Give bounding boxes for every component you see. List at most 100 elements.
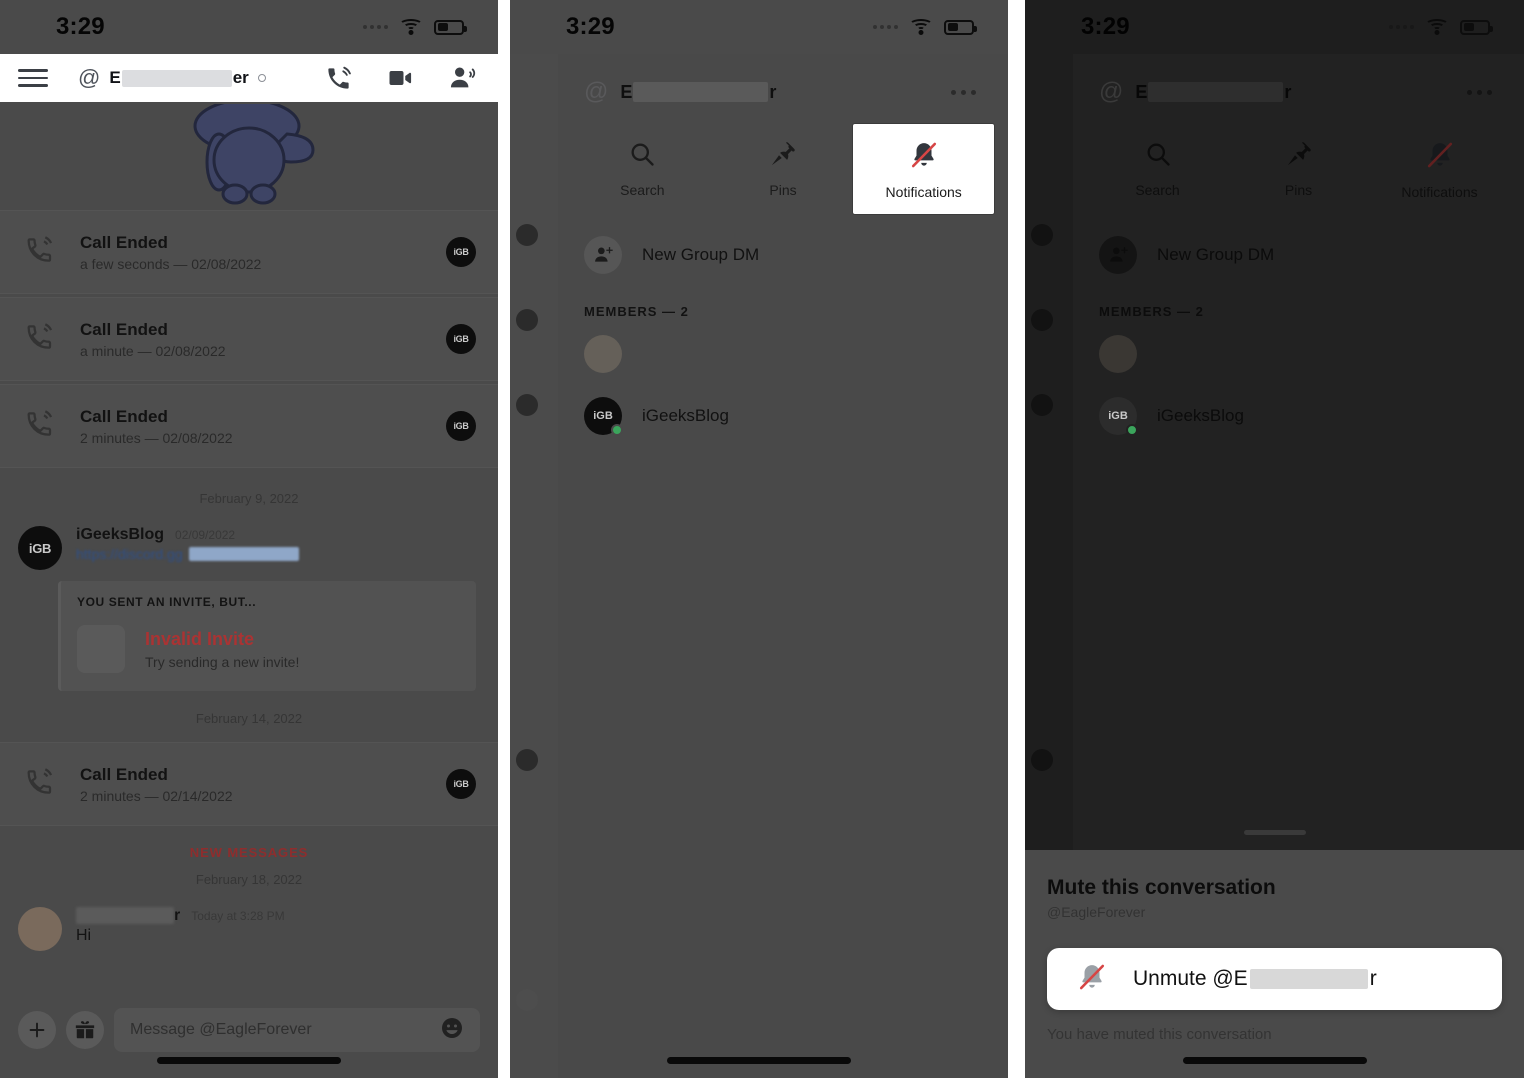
status-bar: 3:29	[510, 0, 1008, 54]
message-timestamp: 02/09/2022	[175, 528, 236, 542]
gift-icon[interactable]	[66, 1011, 104, 1049]
message-body: iGeeksBlog 02/09/2022 https://discord.gg	[76, 526, 476, 570]
unmute-button[interactable]: Unmute @E r	[1047, 948, 1502, 1010]
call-ended-row[interactable]: Call Ended 2 minutes — 02/14/2022 iGB	[0, 742, 498, 826]
message-timestamp: Today at 3:28 PM	[191, 909, 285, 923]
redacted-name-block	[121, 69, 232, 87]
bell-muted-icon	[1425, 140, 1455, 175]
avatar: iGB	[446, 411, 476, 441]
member-row[interactable]	[558, 323, 1008, 385]
call-row-text: Call Ended 2 minutes — 02/14/2022	[80, 764, 233, 804]
status-bar-time: 3:29	[56, 13, 105, 40]
status-bar-indicators	[363, 18, 467, 36]
at-symbol-icon: @	[78, 65, 101, 90]
battery-icon	[434, 19, 467, 35]
message-author: iGeeksBlog	[76, 526, 165, 543]
call-ended-row[interactable]: Call Ended a minute — 02/08/2022 iGB	[0, 297, 498, 381]
avatar: iGB	[584, 397, 623, 436]
avatar-initials: iGB	[1108, 410, 1128, 422]
new-group-dm-label: New Group DM	[642, 245, 760, 264]
add-members-icon[interactable]	[448, 64, 476, 92]
details-header: @ E r	[1073, 54, 1524, 104]
call-row-title: Call Ended	[80, 406, 168, 426]
missed-call-icon	[24, 321, 58, 358]
tab-search: Search	[1087, 124, 1228, 214]
invite-card-meta: Invalid Invite Try sending a new invite!	[145, 629, 299, 670]
call-row-meta: 2 minutes — 02/14/2022	[80, 788, 233, 805]
avatar	[1099, 335, 1137, 373]
video-call-icon[interactable]	[386, 64, 414, 92]
mute-sheet-title: Mute this conversation	[1047, 876, 1276, 899]
date-divider: February 14, 2022	[195, 711, 303, 726]
message-header: iGeeksBlog 02/09/2022	[76, 526, 476, 544]
mute-status-text: You have muted this conversation	[1047, 1026, 1272, 1043]
more-options-icon[interactable]	[951, 89, 976, 95]
online-status-dot	[611, 424, 623, 436]
call-row-text: Call Ended a few seconds — 02/08/2022	[80, 232, 261, 272]
voice-call-icon[interactable]	[325, 65, 352, 92]
invite-embed-card: YOU SENT AN INVITE, BUT... Invalid Invit…	[58, 581, 476, 691]
chat-header-actions	[325, 64, 476, 92]
call-ended-row[interactable]: Call Ended a few seconds — 02/08/2022 iG…	[0, 210, 498, 294]
mute-sheet-subtitle: @EagleForever	[1047, 904, 1146, 920]
member-row[interactable]: iGB iGeeksBlog	[558, 385, 1008, 447]
panel-chat-view: 3:29 @ E er Call Ended a few seconds — 0…	[0, 0, 498, 1078]
call-row-meta: a minute — 02/08/2022	[80, 343, 226, 360]
panel-conversation-details: 3:29 @ E r Search Pins Notifications New…	[510, 0, 1008, 1078]
message-body: r Today at 3:28 PM Hi	[76, 907, 476, 951]
bell-muted-icon	[909, 140, 939, 175]
signal-dots-icon	[363, 25, 388, 29]
member-row	[1073, 323, 1524, 385]
new-group-dm-row[interactable]: New Group DM	[558, 224, 1008, 286]
chat-scroll-area[interactable]: Call Ended a few seconds — 02/08/2022 iG…	[0, 102, 498, 1078]
wifi-icon	[1425, 18, 1449, 36]
missed-call-icon	[24, 234, 58, 271]
invite-link[interactable]: https://discord.gg	[76, 546, 476, 562]
tab-search-label: Search	[1135, 182, 1180, 198]
member-name: iGeeksBlog	[1157, 406, 1244, 425]
date-divider: February 9, 2022	[199, 491, 299, 506]
chat-peek-strip[interactable]	[510, 54, 562, 1078]
call-row-text: Call Ended 2 minutes — 02/08/2022	[80, 406, 233, 446]
status-bar-indicators	[873, 18, 977, 36]
details-tabs: Search Pins Notifications	[558, 124, 1008, 214]
hamburger-menu-icon[interactable]	[18, 69, 48, 87]
at-symbol-icon: @	[584, 78, 609, 105]
at-symbol-icon: @	[1099, 78, 1124, 105]
avatar	[584, 335, 622, 373]
more-options-icon	[1467, 89, 1492, 95]
details-name-prefix: E	[620, 81, 633, 102]
call-row-meta: 2 minutes — 02/08/2022	[80, 430, 233, 447]
call-ended-row[interactable]: Call Ended 2 minutes — 02/08/2022 iGB	[0, 384, 498, 468]
add-person-icon	[584, 236, 622, 274]
details-tabs: Search Pins Notifications	[1073, 124, 1524, 214]
emoji-icon[interactable]	[440, 1016, 464, 1045]
tab-notifications[interactable]: Notifications	[853, 124, 995, 214]
message-item: iGB iGeeksBlog 02/09/2022 https://discor…	[0, 522, 498, 570]
status-badge	[257, 74, 266, 82]
panel-mute-sheet: 3:29 @ E r Search Pins Notifications New…	[1025, 0, 1524, 1078]
status-bar-time: 3:29	[566, 13, 615, 40]
details-list: New Group DM MEMBERS — 2 iGB iGeeksBlog	[558, 214, 1008, 447]
pin-icon	[769, 140, 797, 173]
members-section-header: MEMBERS — 2	[584, 304, 689, 319]
invite-card-title: YOU SENT AN INVITE, BUT...	[77, 595, 257, 609]
chat-header: @ E er	[0, 54, 498, 102]
tab-search[interactable]: Search	[572, 124, 713, 214]
sheet-drag-handle[interactable]	[1243, 830, 1306, 835]
new-group-dm-row: New Group DM	[1073, 224, 1524, 286]
unmute-label-suffix: r	[1369, 967, 1377, 990]
invite-thumbnail	[77, 625, 125, 673]
details-name-prefix: E	[1135, 81, 1148, 102]
dm-name-suffix: er	[232, 68, 249, 87]
message-input[interactable]: Message @EagleForever	[114, 1008, 480, 1052]
avatar: iGB	[446, 237, 476, 267]
wifi-icon	[909, 18, 933, 36]
tab-pins: Pins	[1228, 124, 1369, 214]
member-name: iGeeksBlog	[642, 406, 729, 425]
dm-title: E er	[109, 68, 266, 88]
add-attachment-icon[interactable]	[18, 1011, 56, 1049]
tab-notifications: Notifications	[1369, 124, 1510, 214]
tab-pins[interactable]: Pins	[713, 124, 854, 214]
details-sheet: @ E r Search Pins Notifications New Grou…	[558, 54, 1008, 1078]
